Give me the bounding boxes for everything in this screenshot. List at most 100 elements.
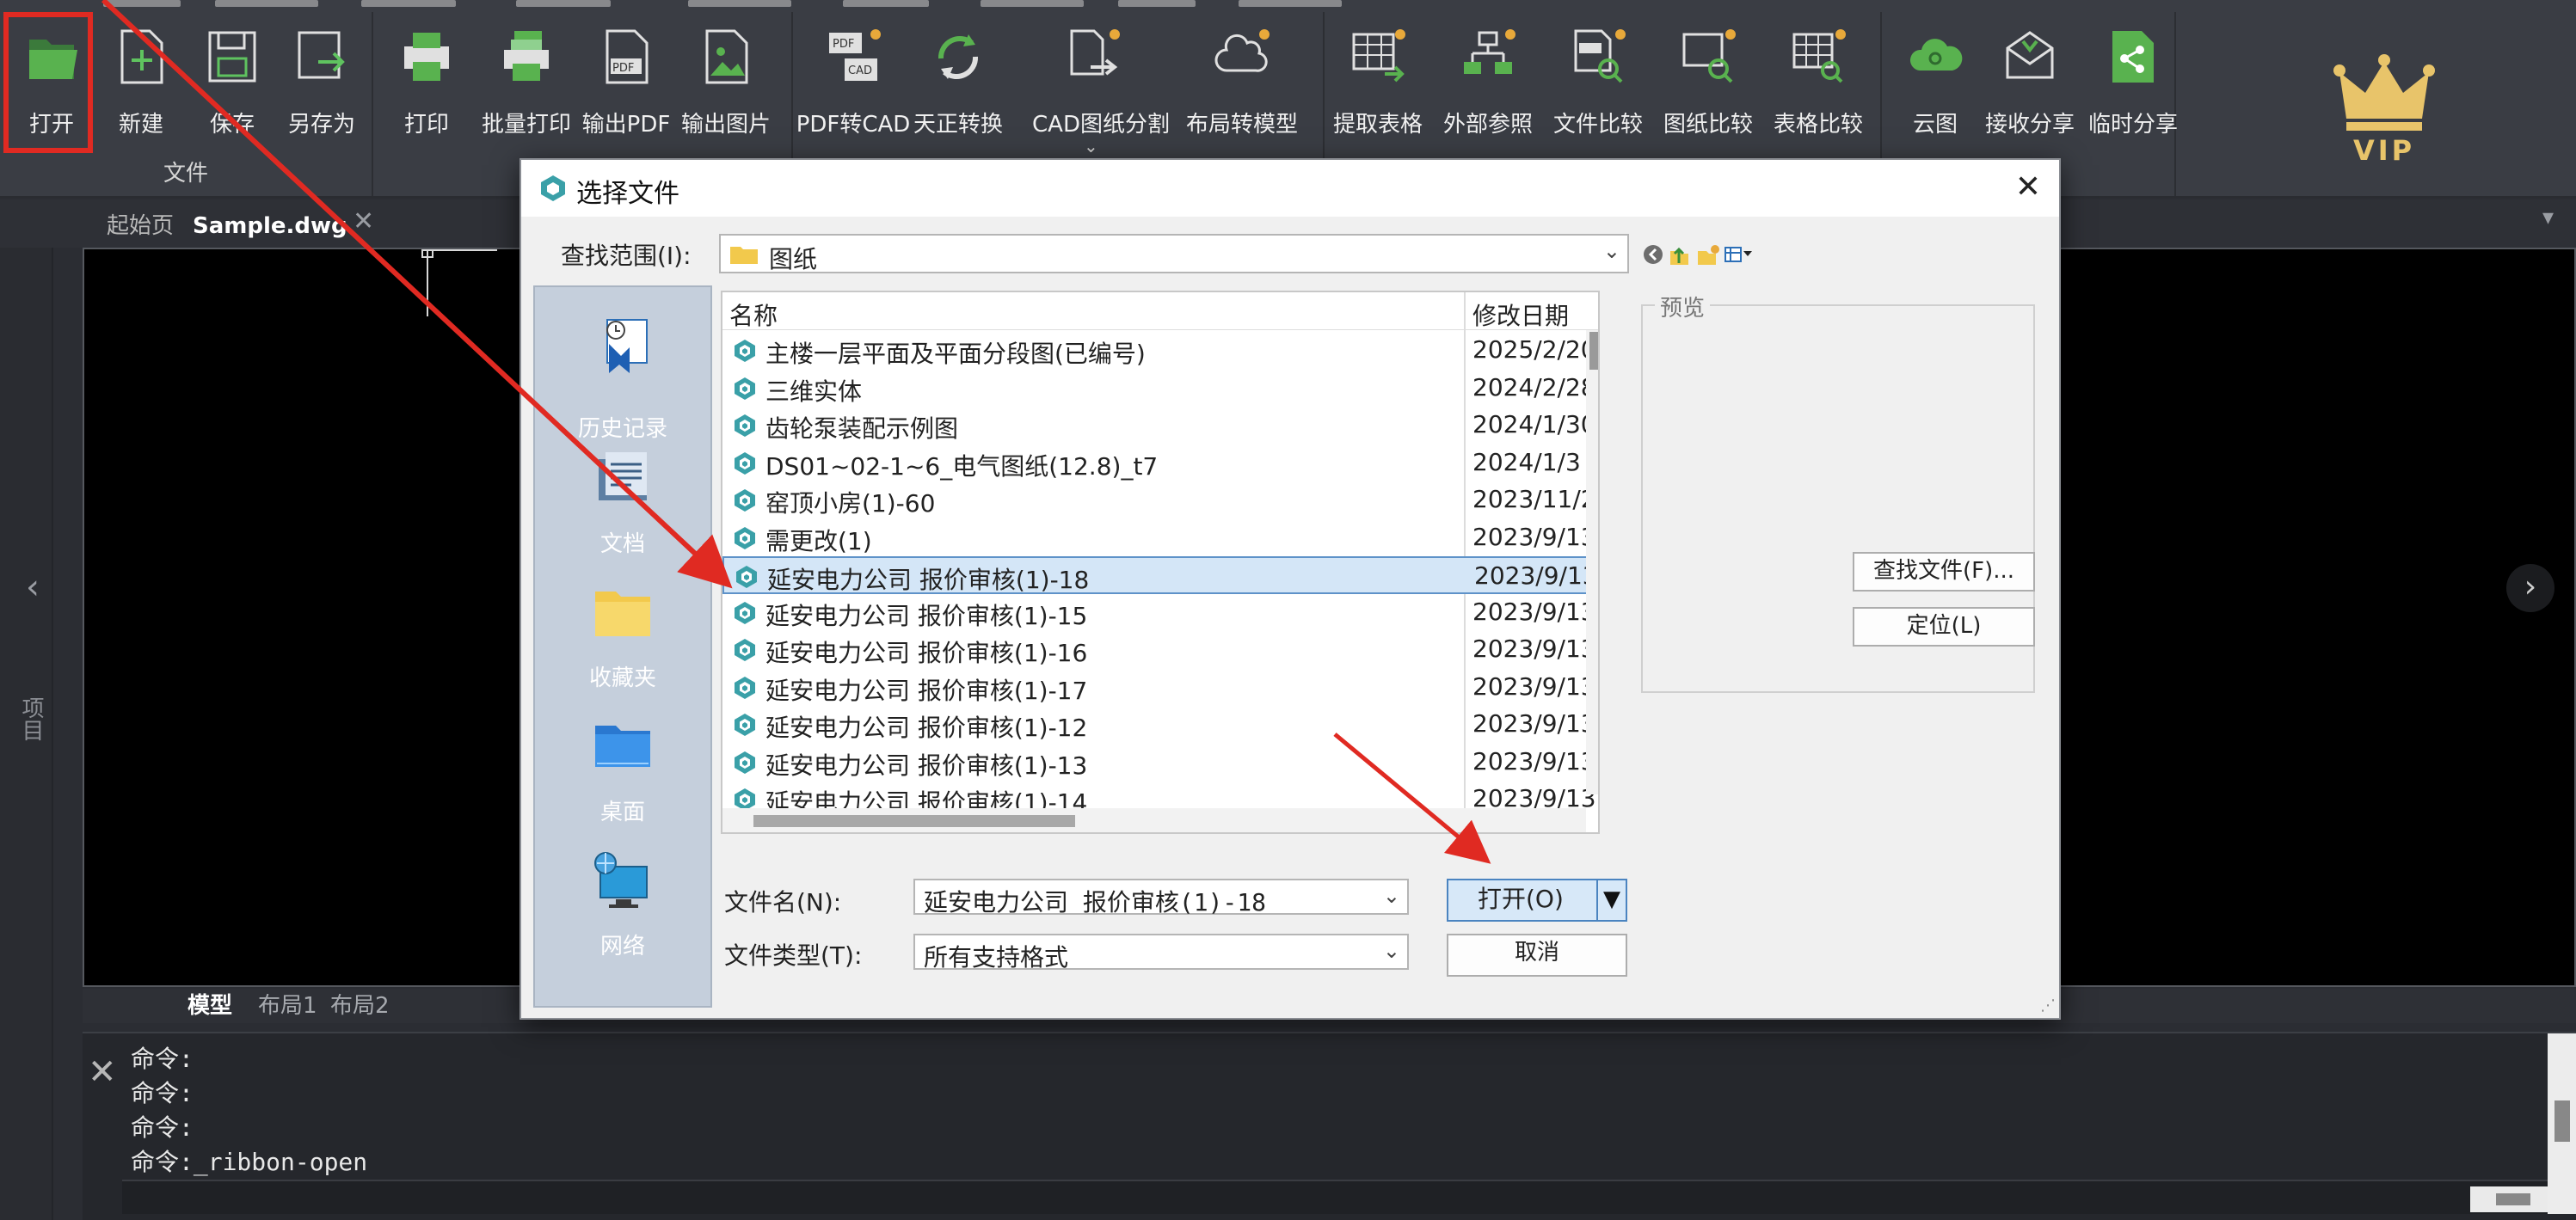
batch-print-button[interactable]: 批量打印 xyxy=(475,21,578,141)
file-list[interactable]: 名称 修改日期 主楼一层平面及平面分段图(已编号) 2025/2/20 三维实体 20… xyxy=(721,291,1600,834)
cad-split-button[interactable]: CAD图纸分割 ⌄ xyxy=(1032,21,1170,156)
place-desktop[interactable]: 桌面 xyxy=(535,708,710,843)
svg-text:CAD: CAD xyxy=(848,64,872,77)
drawing-compare-icon xyxy=(1682,29,1736,83)
place-documents[interactable]: 文档 xyxy=(535,440,710,574)
scrollbar-thumb[interactable] xyxy=(2496,1193,2530,1205)
pdf-to-cad-button[interactable]: PDF CAD PDF转CAD xyxy=(796,21,910,141)
export-pdf-button[interactable]: PDF 输出PDF xyxy=(575,21,678,141)
tab-sample-dwg[interactable]: Sample.dwg xyxy=(177,206,363,246)
close-icon[interactable]: ✕ xyxy=(88,1052,117,1092)
file-type-combo[interactable]: 所有支持格式 ⌄ xyxy=(913,934,1409,972)
save-as-button[interactable]: 另存为 xyxy=(270,21,373,141)
file-row[interactable]: 延安电力公司 报价审核(1)-17 2023/9/13 xyxy=(722,669,1598,707)
file-row-selected[interactable]: 延安电力公司 报价审核(1)-18 2023/9/13 xyxy=(722,556,1598,594)
pdf-file-icon: PDF xyxy=(606,29,649,84)
chevron-right-icon[interactable]: › xyxy=(2506,564,2554,612)
save-as-icon xyxy=(298,31,345,79)
tianzheng-convert-button[interactable]: 天正转换 xyxy=(907,21,1010,141)
dialog-titlebar[interactable]: 选择文件 ✕ xyxy=(521,160,2059,217)
dwg-file-icon xyxy=(735,676,755,699)
cancel-button[interactable]: 取消 xyxy=(1447,934,1627,977)
open-options-dropdown-icon[interactable]: ▼ xyxy=(1603,880,1620,918)
column-name[interactable]: 名称 xyxy=(729,297,778,332)
extract-table-button[interactable]: 提取表格 xyxy=(1326,21,1429,141)
xref-button[interactable]: 外部参照 xyxy=(1436,21,1540,141)
dwg-file-icon xyxy=(735,489,755,512)
file-list-hscroll[interactable] xyxy=(722,808,1586,832)
chevron-down-icon[interactable]: ⌄ xyxy=(1603,239,1620,263)
command-input[interactable] xyxy=(122,1180,2556,1214)
xref-tree-icon xyxy=(1464,29,1515,74)
cloud-icon xyxy=(1909,39,1963,71)
file-row[interactable]: 齿轮泵装配示例图 2024/1/30 xyxy=(722,407,1598,444)
resize-grip-icon[interactable]: ⋰ xyxy=(2040,996,2056,1015)
look-in-dropdown[interactable]: 图纸 ⌄ xyxy=(719,234,1629,273)
place-history[interactable]: 历史记录 xyxy=(535,306,710,442)
chevron-down-icon[interactable]: ⌄ xyxy=(1383,884,1400,908)
tab-dropdown-icon[interactable]: ▾ xyxy=(2542,205,2554,230)
convert-arrows-icon xyxy=(938,34,979,80)
file-row[interactable]: 主楼一层平面及平面分段图(已编号) 2025/2/20 xyxy=(722,332,1598,370)
file-name-cell: 窑顶小房(1)-60 xyxy=(765,489,936,518)
file-compare-button[interactable]: 文件比较 xyxy=(1546,21,1650,141)
temp-share-button[interactable]: 临时分享 xyxy=(2081,21,2185,141)
close-icon[interactable]: ✕ xyxy=(2011,170,2045,205)
file-row[interactable]: 延安电力公司 报价审核(1)-15 2023/9/13 xyxy=(722,594,1598,632)
file-date-cell: 2023/11/2 xyxy=(1472,485,1596,513)
receive-envelope-icon xyxy=(2006,31,2054,79)
view-menu-icon[interactable] xyxy=(1725,247,1752,262)
share-icon xyxy=(2112,31,2154,83)
open-file-button-label: 打开(O) xyxy=(1478,885,1564,913)
file-row[interactable]: 需更改(1) 2023/9/13 xyxy=(722,519,1598,557)
file-row[interactable]: 延安电力公司 报价审核(1)-16 2023/9/13 xyxy=(722,631,1598,669)
file-list-vscroll[interactable] xyxy=(1586,330,1598,794)
file-date-cell: 2024/1/3 xyxy=(1472,447,1581,476)
command-scrollbar[interactable] xyxy=(2548,1033,2576,1214)
scrollbar-thumb[interactable] xyxy=(2554,1100,2570,1142)
tab-layout1[interactable]: 布局1 xyxy=(246,989,329,1023)
split-divider xyxy=(1596,880,1598,920)
file-row[interactable]: 窑顶小房(1)-60 2023/11/2 xyxy=(722,481,1598,519)
svg-text:PDF: PDF xyxy=(833,38,854,51)
new-folder-icon[interactable] xyxy=(1698,245,1719,265)
split-drawing-icon xyxy=(1070,29,1120,76)
print-button[interactable]: 打印 xyxy=(375,21,478,141)
locate-button[interactable]: 定位(L) xyxy=(1853,607,2035,647)
up-folder-icon[interactable] xyxy=(1670,247,1688,265)
close-tab-icon[interactable]: ✕ xyxy=(353,206,374,236)
file-date-cell: 2025/2/20 xyxy=(1472,335,1596,364)
export-image-button[interactable]: 输出图片 xyxy=(674,21,778,141)
chevron-left-icon[interactable]: ‹ xyxy=(26,567,40,607)
file-row[interactable]: 延安电力公司 报价审核(1)-13 2023/9/13 xyxy=(722,744,1598,782)
scrollbar-thumb[interactable] xyxy=(753,815,1075,827)
column-modified[interactable]: 修改日期 xyxy=(1472,297,1569,332)
vip-badge[interactable]: VIP xyxy=(2333,52,2436,172)
file-row[interactable]: 三维实体 2024/2/28 xyxy=(722,370,1598,408)
back-icon[interactable] xyxy=(1644,245,1663,264)
file-name-cell: DS01~02-1~6_电气图纸(12.8)_t7 xyxy=(765,451,1159,481)
command-history-line: 命令: xyxy=(131,1113,194,1142)
tab-layout2[interactable]: 布局2 xyxy=(318,989,402,1023)
place-favorites[interactable]: 收藏夹 xyxy=(535,574,710,708)
layout-to-model-button[interactable]: 布局转模型 xyxy=(1186,21,1298,141)
table-compare-button[interactable]: 表格比较 xyxy=(1767,21,1870,141)
chevron-down-icon[interactable]: ⌄ xyxy=(1383,939,1400,963)
command-history-line: 命令: xyxy=(131,1079,194,1107)
project-panel-label[interactable]: 项目 xyxy=(15,696,47,741)
chevron-down-icon[interactable]: ⌄ xyxy=(1084,136,1098,156)
tab-model[interactable]: 模型 xyxy=(175,989,244,1023)
find-file-button[interactable]: 查找文件(F)... xyxy=(1853,552,2035,592)
receive-share-button[interactable]: 接收分享 xyxy=(1978,21,2081,141)
command-h-scrollbar[interactable] xyxy=(2470,1186,2548,1212)
tab-start-page[interactable]: 起始页 xyxy=(91,206,189,246)
scrollbar-thumb[interactable] xyxy=(1589,332,1598,370)
batch-printer-icon xyxy=(504,31,549,81)
file-row[interactable]: 延安电力公司 报价审核(1)-12 2023/9/13 xyxy=(722,706,1598,744)
file-row[interactable]: DS01~02-1~6_电气图纸(12.8)_t7 2024/1/3 xyxy=(722,444,1598,482)
drawing-compare-button[interactable]: 图纸比较 xyxy=(1657,21,1760,141)
place-network[interactable]: 网络 xyxy=(535,843,710,977)
open-file-button[interactable]: 打开(O) ▼ xyxy=(1447,879,1627,922)
file-name-combo[interactable]: 延安电力公司 报价审核(1)-18 ⌄ xyxy=(913,879,1409,917)
file-name-label: 文件名(N): xyxy=(724,888,842,917)
